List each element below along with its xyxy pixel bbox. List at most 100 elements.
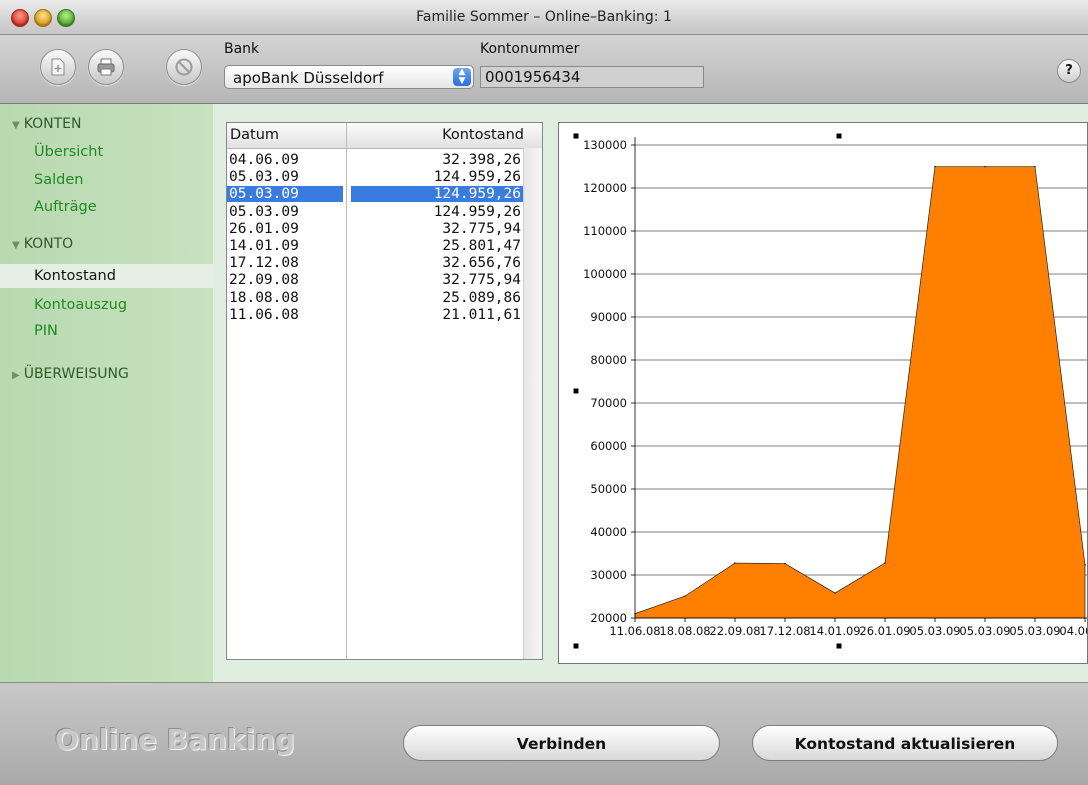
toolbar: Bank Kontonummer apoBank Düsseldorf ▲ ▼ 0… — [0, 35, 1088, 104]
sidebar-item-kontostand[interactable]: Kontostand — [0, 264, 213, 288]
disclosure-closed-icon: ▶ — [12, 370, 20, 381]
y-tick-label: 60000 — [590, 439, 627, 453]
x-tick-label: 18.08.08 — [659, 624, 710, 638]
y-tick-label: 70000 — [590, 396, 627, 410]
online-banking-logo: Online Banking — [55, 723, 295, 756]
data-point — [784, 562, 786, 565]
table-row[interactable]: 04.06.09 32.398,26 — [227, 152, 523, 169]
data-point — [934, 165, 936, 168]
x-tick-label: 17.12.08 — [759, 624, 810, 638]
x-tick-label: 04.06.09 — [1059, 624, 1087, 638]
series-area — [634, 166, 1086, 619]
data-point — [684, 595, 686, 597]
data-point — [734, 562, 736, 564]
table-row[interactable]: 11.06.08 21.011,61 — [227, 307, 523, 324]
x-tick-label: 26.01.09 — [859, 624, 910, 638]
cell-kontostand: 32.398,26 — [442, 152, 521, 168]
data-point — [1034, 165, 1036, 168]
bank-select[interactable]: apoBank Düsseldorf ▲ ▼ — [224, 65, 474, 89]
sidebar-section-konten[interactable]: ▼ KONTEN — [12, 116, 81, 132]
bank-label: Bank — [224, 41, 260, 57]
sidebar-item-kontoauszug[interactable]: Kontoauszug — [34, 297, 127, 313]
selection-handle — [573, 133, 579, 139]
y-tick-label: 100000 — [583, 267, 627, 281]
cell-datum: 11.06.08 — [229, 306, 299, 323]
sidebar-item-salden[interactable]: Salden — [34, 172, 83, 188]
sidebar-item-auftraege[interactable]: Aufträge — [34, 199, 97, 215]
cell-datum: 04.06.09 — [229, 152, 299, 168]
cell-kontostand: 32.656,76 — [442, 255, 521, 272]
vertical-scrollbar[interactable] — [523, 148, 542, 659]
y-tick-label: 90000 — [590, 310, 627, 324]
selection-handle — [573, 643, 579, 649]
window-title: Familie Sommer – Online–Banking: 1 — [416, 9, 672, 25]
table-row[interactable]: 05.03.09 124.959,26 — [227, 186, 523, 203]
help-button[interactable]: ? — [1057, 59, 1081, 83]
select-stepper-icon: ▲ ▼ — [453, 68, 471, 86]
x-tick-label: 05.03.09 — [1009, 624, 1060, 638]
cell-kontostand: 124.959,26 — [433, 203, 521, 220]
kontostand-table: Datum Kontostand 04.06.09 32.398,26 05.03.… — [226, 122, 543, 660]
bank-select-value: apoBank Düsseldorf — [233, 69, 384, 87]
refresh-balance-button[interactable]: Kontostand aktualisieren — [752, 725, 1058, 761]
x-tick-label: 05.03.09 — [959, 624, 1010, 638]
sidebar: ▼ KONTEN Übersicht Salden Aufträge ▼ KONTO… — [0, 104, 213, 682]
column-header-kontostand[interactable]: Kontostand — [442, 127, 524, 143]
cell-datum: 18.08.08 — [229, 289, 299, 306]
cell-datum: 22.09.08 — [229, 272, 299, 289]
chart-svg: 20000 30000 40000 50000 60000 70000 80000 90000… — [573, 133, 1087, 649]
cell-datum: 05.03.09 — [229, 169, 299, 186]
selection-handle — [573, 388, 579, 394]
kontonummer-field[interactable]: 0001956434 — [480, 66, 704, 88]
data-point — [1084, 563, 1086, 566]
cancel-button[interactable] — [166, 49, 202, 85]
table-row[interactable]: 22.09.08 32.775,94 — [227, 272, 523, 289]
sidebar-section-konto[interactable]: ▼ KONTO — [12, 236, 73, 252]
table-row[interactable]: 26.01.09 32.775,94 — [227, 221, 523, 238]
cell-datum: 05.03.09 — [229, 203, 299, 220]
x-tick-label: 14.01.09 — [809, 624, 860, 638]
sidebar-item-pin[interactable]: PIN — [34, 323, 58, 339]
disclosure-open-icon: ▼ — [12, 240, 20, 251]
x-tick-label: 05.03.09 — [909, 624, 960, 638]
y-tick-label: 130000 — [583, 138, 627, 152]
y-tick-label: 80000 — [590, 353, 627, 367]
column-header-datum[interactable]: Datum — [230, 127, 279, 143]
new-document-button[interactable] — [40, 49, 76, 85]
cell-kontostand: 21.011,61 — [442, 306, 521, 323]
printer-icon — [97, 58, 115, 76]
stop-icon — [175, 58, 193, 76]
table-row[interactable]: 17.12.08 32.656,76 — [227, 255, 523, 272]
new-document-icon — [51, 58, 65, 76]
sidebar-section-ueberweisung[interactable]: ▶ ÜBERWEISUNG — [12, 366, 129, 382]
y-tick-label: 50000 — [590, 482, 627, 496]
data-point — [984, 165, 986, 168]
table-row[interactable]: 05.03.09 124.959,26 — [227, 169, 523, 186]
balance-chart: 20000 30000 40000 50000 60000 70000 80000 90000… — [558, 122, 1088, 664]
cell-kontostand: 124.959,26 — [351, 186, 523, 203]
connect-button[interactable]: Verbinden — [403, 725, 720, 761]
data-point — [884, 562, 886, 564]
selection-handle — [836, 643, 842, 649]
kontonummer-label: Kontonummer — [480, 41, 580, 57]
title-bar: Familie Sommer – Online–Banking: 1 — [0, 0, 1088, 35]
sidebar-item-uebersicht[interactable]: Übersicht — [34, 144, 103, 160]
cell-kontostand: 25.089,86 — [442, 289, 521, 306]
y-tick-label: 40000 — [590, 525, 627, 539]
cell-datum: 17.12.08 — [229, 255, 299, 272]
y-tick-label: 20000 — [590, 611, 627, 625]
cell-kontostand: 124.959,26 — [433, 169, 521, 186]
cell-datum: 26.01.09 — [229, 220, 299, 237]
cell-kontostand: 25.801,47 — [442, 238, 521, 254]
y-tick-label: 110000 — [583, 224, 627, 238]
print-button[interactable] — [88, 49, 124, 85]
x-tick-label: 22.09.08 — [709, 624, 760, 638]
disclosure-open-icon: ▼ — [12, 120, 20, 131]
data-point — [834, 592, 836, 594]
y-tick-label: 30000 — [590, 568, 627, 582]
cell-datum: 05.03.09 — [227, 186, 343, 203]
table-row[interactable]: 14.01.09 25.801,47 — [227, 238, 523, 255]
cell-kontostand: 32.775,94 — [442, 272, 521, 289]
table-row[interactable]: 18.08.08 25.089,86 — [227, 290, 523, 307]
table-row[interactable]: 05.03.09 124.959,26 — [227, 204, 523, 221]
